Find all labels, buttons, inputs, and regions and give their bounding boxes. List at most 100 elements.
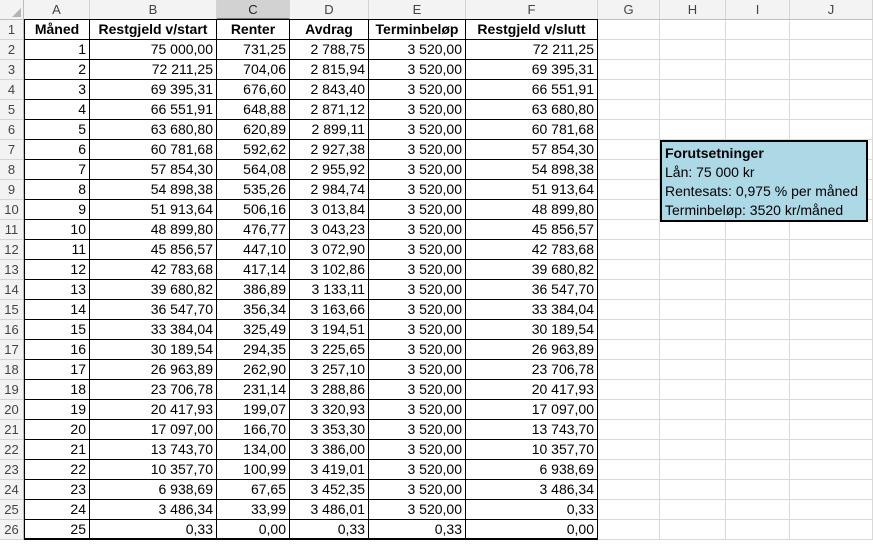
row-header-17[interactable]: 17 <box>0 340 24 360</box>
table-cell[interactable]: 72 211,25 <box>90 60 217 80</box>
empty-cell[interactable] <box>660 380 726 400</box>
empty-cell[interactable] <box>726 440 790 460</box>
empty-cell[interactable] <box>726 380 790 400</box>
table-cell[interactable]: 25 <box>24 520 90 540</box>
table-cell[interactable]: 23 <box>24 480 90 500</box>
table-cell[interactable]: 26 963,89 <box>90 360 217 380</box>
table-cell[interactable]: 36 547,70 <box>466 280 598 300</box>
table-cell[interactable]: 19 <box>24 400 90 420</box>
table-cell[interactable]: 3 520,00 <box>369 300 466 320</box>
table-cell[interactable]: 69 395,31 <box>90 80 217 100</box>
table-cell[interactable]: 2 <box>24 60 90 80</box>
row-header-15[interactable]: 15 <box>0 300 24 320</box>
table-cell[interactable]: 51 913,64 <box>466 180 598 200</box>
empty-cell[interactable] <box>726 280 790 300</box>
table-cell[interactable]: 26 963,89 <box>466 340 598 360</box>
row-header-6[interactable]: 6 <box>0 120 24 140</box>
table-cell[interactable]: 294,35 <box>217 340 290 360</box>
empty-cell[interactable] <box>660 120 726 140</box>
table-cell[interactable]: 231,14 <box>217 380 290 400</box>
table-cell[interactable]: 30 189,54 <box>466 320 598 340</box>
empty-cell[interactable] <box>660 40 726 60</box>
empty-cell[interactable] <box>726 300 790 320</box>
row-header-16[interactable]: 16 <box>0 320 24 340</box>
table-cell[interactable]: 134,00 <box>217 440 290 460</box>
table-cell[interactable]: 704,06 <box>217 60 290 80</box>
table-cell[interactable]: 54 898,38 <box>90 180 217 200</box>
table-cell[interactable]: 3 013,84 <box>290 200 369 220</box>
empty-cell[interactable] <box>790 440 873 460</box>
table-cell[interactable]: 3 520,00 <box>369 280 466 300</box>
row-header-13[interactable]: 13 <box>0 260 24 280</box>
empty-cell[interactable] <box>790 520 873 540</box>
empty-cell[interactable] <box>598 220 660 240</box>
table-cell[interactable]: 36 547,70 <box>90 300 217 320</box>
empty-cell[interactable] <box>726 240 790 260</box>
empty-cell[interactable] <box>598 400 660 420</box>
table-cell[interactable]: 45 856,57 <box>466 220 598 240</box>
empty-cell[interactable] <box>660 20 726 40</box>
table-cell[interactable]: 3 320,93 <box>290 400 369 420</box>
table-cell[interactable]: 731,25 <box>217 40 290 60</box>
empty-cell[interactable] <box>598 40 660 60</box>
empty-cell[interactable] <box>660 220 726 240</box>
table-cell[interactable]: 0,33 <box>290 520 369 540</box>
column-header-d[interactable]: D <box>290 0 369 20</box>
column-header-b[interactable]: B <box>90 0 217 20</box>
table-cell[interactable]: 23 706,78 <box>90 380 217 400</box>
table-cell[interactable]: 3 163,66 <box>290 300 369 320</box>
empty-cell[interactable] <box>598 60 660 80</box>
table-cell[interactable]: 3 520,00 <box>369 100 466 120</box>
table-cell[interactable]: 3 520,00 <box>369 420 466 440</box>
table-cell[interactable]: 3 520,00 <box>369 160 466 180</box>
table-cell[interactable]: 6 <box>24 140 90 160</box>
table-cell[interactable]: 3 419,01 <box>290 460 369 480</box>
empty-cell[interactable] <box>598 240 660 260</box>
row-header-23[interactable]: 23 <box>0 460 24 480</box>
table-cell[interactable]: 10 357,70 <box>466 440 598 460</box>
table-cell[interactable]: 45 856,57 <box>90 240 217 260</box>
table-cell[interactable]: 3 520,00 <box>369 220 466 240</box>
column-header-g[interactable]: G <box>598 0 660 20</box>
table-cell[interactable]: 13 743,70 <box>466 420 598 440</box>
row-header-2[interactable]: 2 <box>0 40 24 60</box>
table-cell[interactable]: 3 452,35 <box>290 480 369 500</box>
table-cell[interactable]: 8 <box>24 180 90 200</box>
empty-cell[interactable] <box>726 60 790 80</box>
table-cell[interactable]: 3 520,00 <box>369 180 466 200</box>
row-header-7[interactable]: 7 <box>0 140 24 160</box>
row-header-10[interactable]: 10 <box>0 200 24 220</box>
table-cell[interactable]: 13 743,70 <box>90 440 217 460</box>
empty-cell[interactable] <box>598 180 660 200</box>
table-cell[interactable]: 20 417,93 <box>466 380 598 400</box>
empty-cell[interactable] <box>726 40 790 60</box>
empty-cell[interactable] <box>790 100 873 120</box>
table-header-cell[interactable]: Avdrag <box>290 19 369 40</box>
empty-cell[interactable] <box>726 120 790 140</box>
table-cell[interactable]: 3 486,34 <box>466 480 598 500</box>
empty-cell[interactable] <box>598 360 660 380</box>
empty-cell[interactable] <box>598 160 660 180</box>
table-cell[interactable]: 3 133,11 <box>290 280 369 300</box>
table-cell[interactable]: 14 <box>24 300 90 320</box>
table-cell[interactable]: 2 843,40 <box>290 80 369 100</box>
table-cell[interactable]: 535,26 <box>217 180 290 200</box>
column-header-a[interactable]: A <box>24 0 90 20</box>
empty-cell[interactable] <box>790 120 873 140</box>
assumptions-box[interactable]: Forutsetninger Lån: 75 000 kr Rentesats:… <box>660 140 868 222</box>
empty-cell[interactable] <box>598 280 660 300</box>
row-header-5[interactable]: 5 <box>0 100 24 120</box>
column-header-j[interactable]: J <box>790 0 873 20</box>
table-cell[interactable]: 262,90 <box>217 360 290 380</box>
empty-cell[interactable] <box>790 20 873 40</box>
empty-cell[interactable] <box>660 320 726 340</box>
row-header-8[interactable]: 8 <box>0 160 24 180</box>
empty-cell[interactable] <box>790 40 873 60</box>
table-cell[interactable]: 447,10 <box>217 240 290 260</box>
table-cell[interactable]: 564,08 <box>217 160 290 180</box>
empty-cell[interactable] <box>660 520 726 540</box>
empty-cell[interactable] <box>790 280 873 300</box>
empty-cell[interactable] <box>726 480 790 500</box>
table-cell[interactable]: 72 211,25 <box>466 40 598 60</box>
table-cell[interactable]: 3 520,00 <box>369 320 466 340</box>
